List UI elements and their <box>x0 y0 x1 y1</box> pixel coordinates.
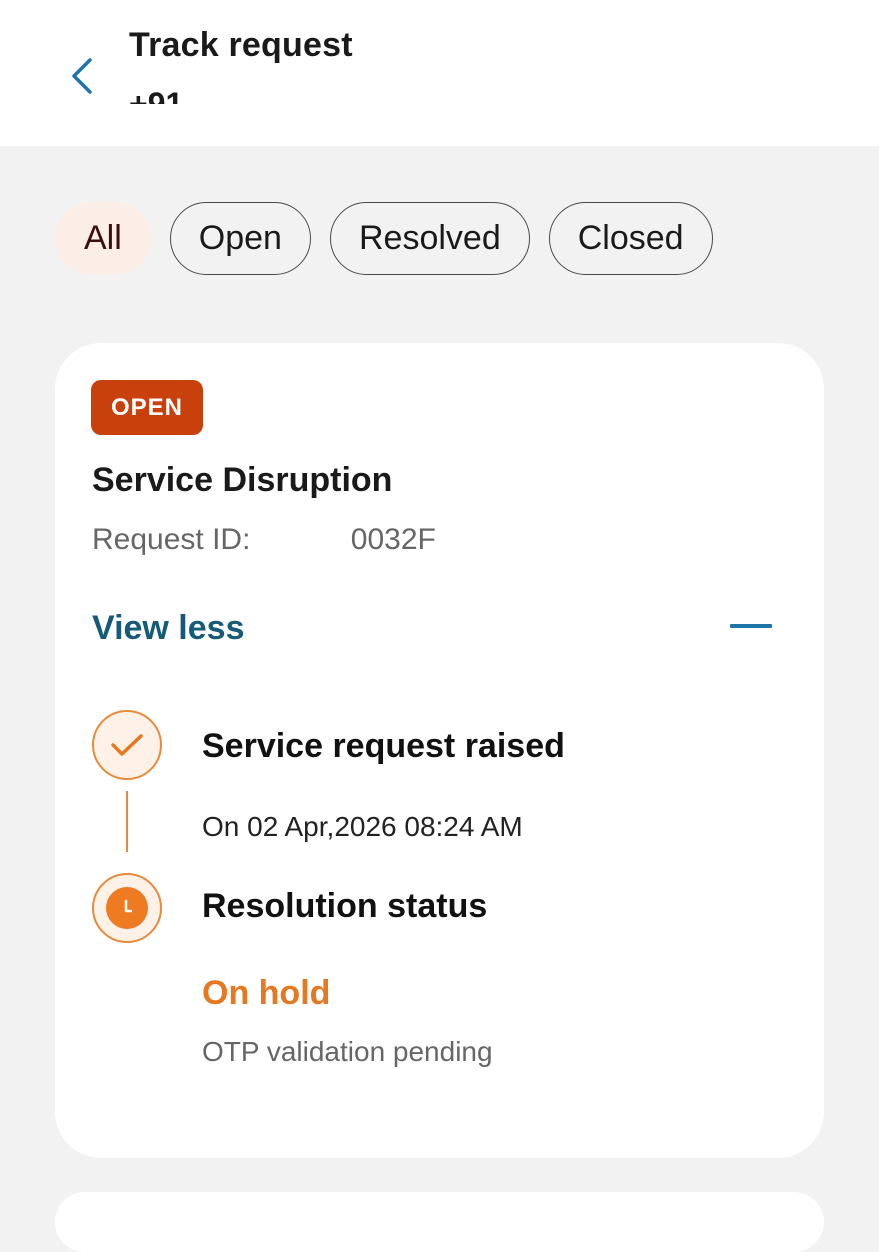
step-complete-icon <box>92 710 162 780</box>
chevron-left-icon <box>72 58 92 94</box>
step-title-resolution: Resolution status <box>202 887 488 925</box>
status-badge: OPEN <box>91 380 204 435</box>
redacted-mask <box>258 528 351 555</box>
step-pending-icon <box>92 873 162 943</box>
page-subtitle: +91 ... <box>129 86 219 104</box>
view-less-button[interactable]: View less <box>92 609 245 648</box>
clock-icon <box>106 887 148 929</box>
step-date: On 02 Apr,2026 08:24 AM <box>202 811 523 842</box>
request-card: OPEN Service Disruption Request ID: 0032… <box>55 343 824 1158</box>
filter-chip-all[interactable]: All <box>55 202 151 275</box>
back-button[interactable] <box>52 46 112 106</box>
minus-icon[interactable] <box>730 624 772 630</box>
request-id-value: 0032F <box>350 523 436 556</box>
page-title: Track request <box>129 26 353 64</box>
filter-chip-resolved[interactable]: Resolved <box>329 202 530 275</box>
filter-chip-open[interactable]: Open <box>169 202 311 275</box>
resolution-note: OTP validation pending <box>202 1036 493 1067</box>
app-header: Track request +91 ... <box>0 0 879 146</box>
request-id-label: Request ID: <box>92 523 251 556</box>
status-filter-bar: All Open Resolved Closed <box>55 202 713 275</box>
timeline-connector <box>126 791 128 852</box>
resolution-status: On hold <box>202 974 331 1012</box>
filter-chip-closed[interactable]: Closed <box>548 202 713 275</box>
request-title: Service Disruption <box>92 461 393 499</box>
request-id: Request ID: 0032F <box>92 523 436 557</box>
checkmark-icon <box>111 734 143 756</box>
step-title-raised: Service request raised <box>202 727 565 765</box>
request-card-next[interactable] <box>55 1192 824 1252</box>
